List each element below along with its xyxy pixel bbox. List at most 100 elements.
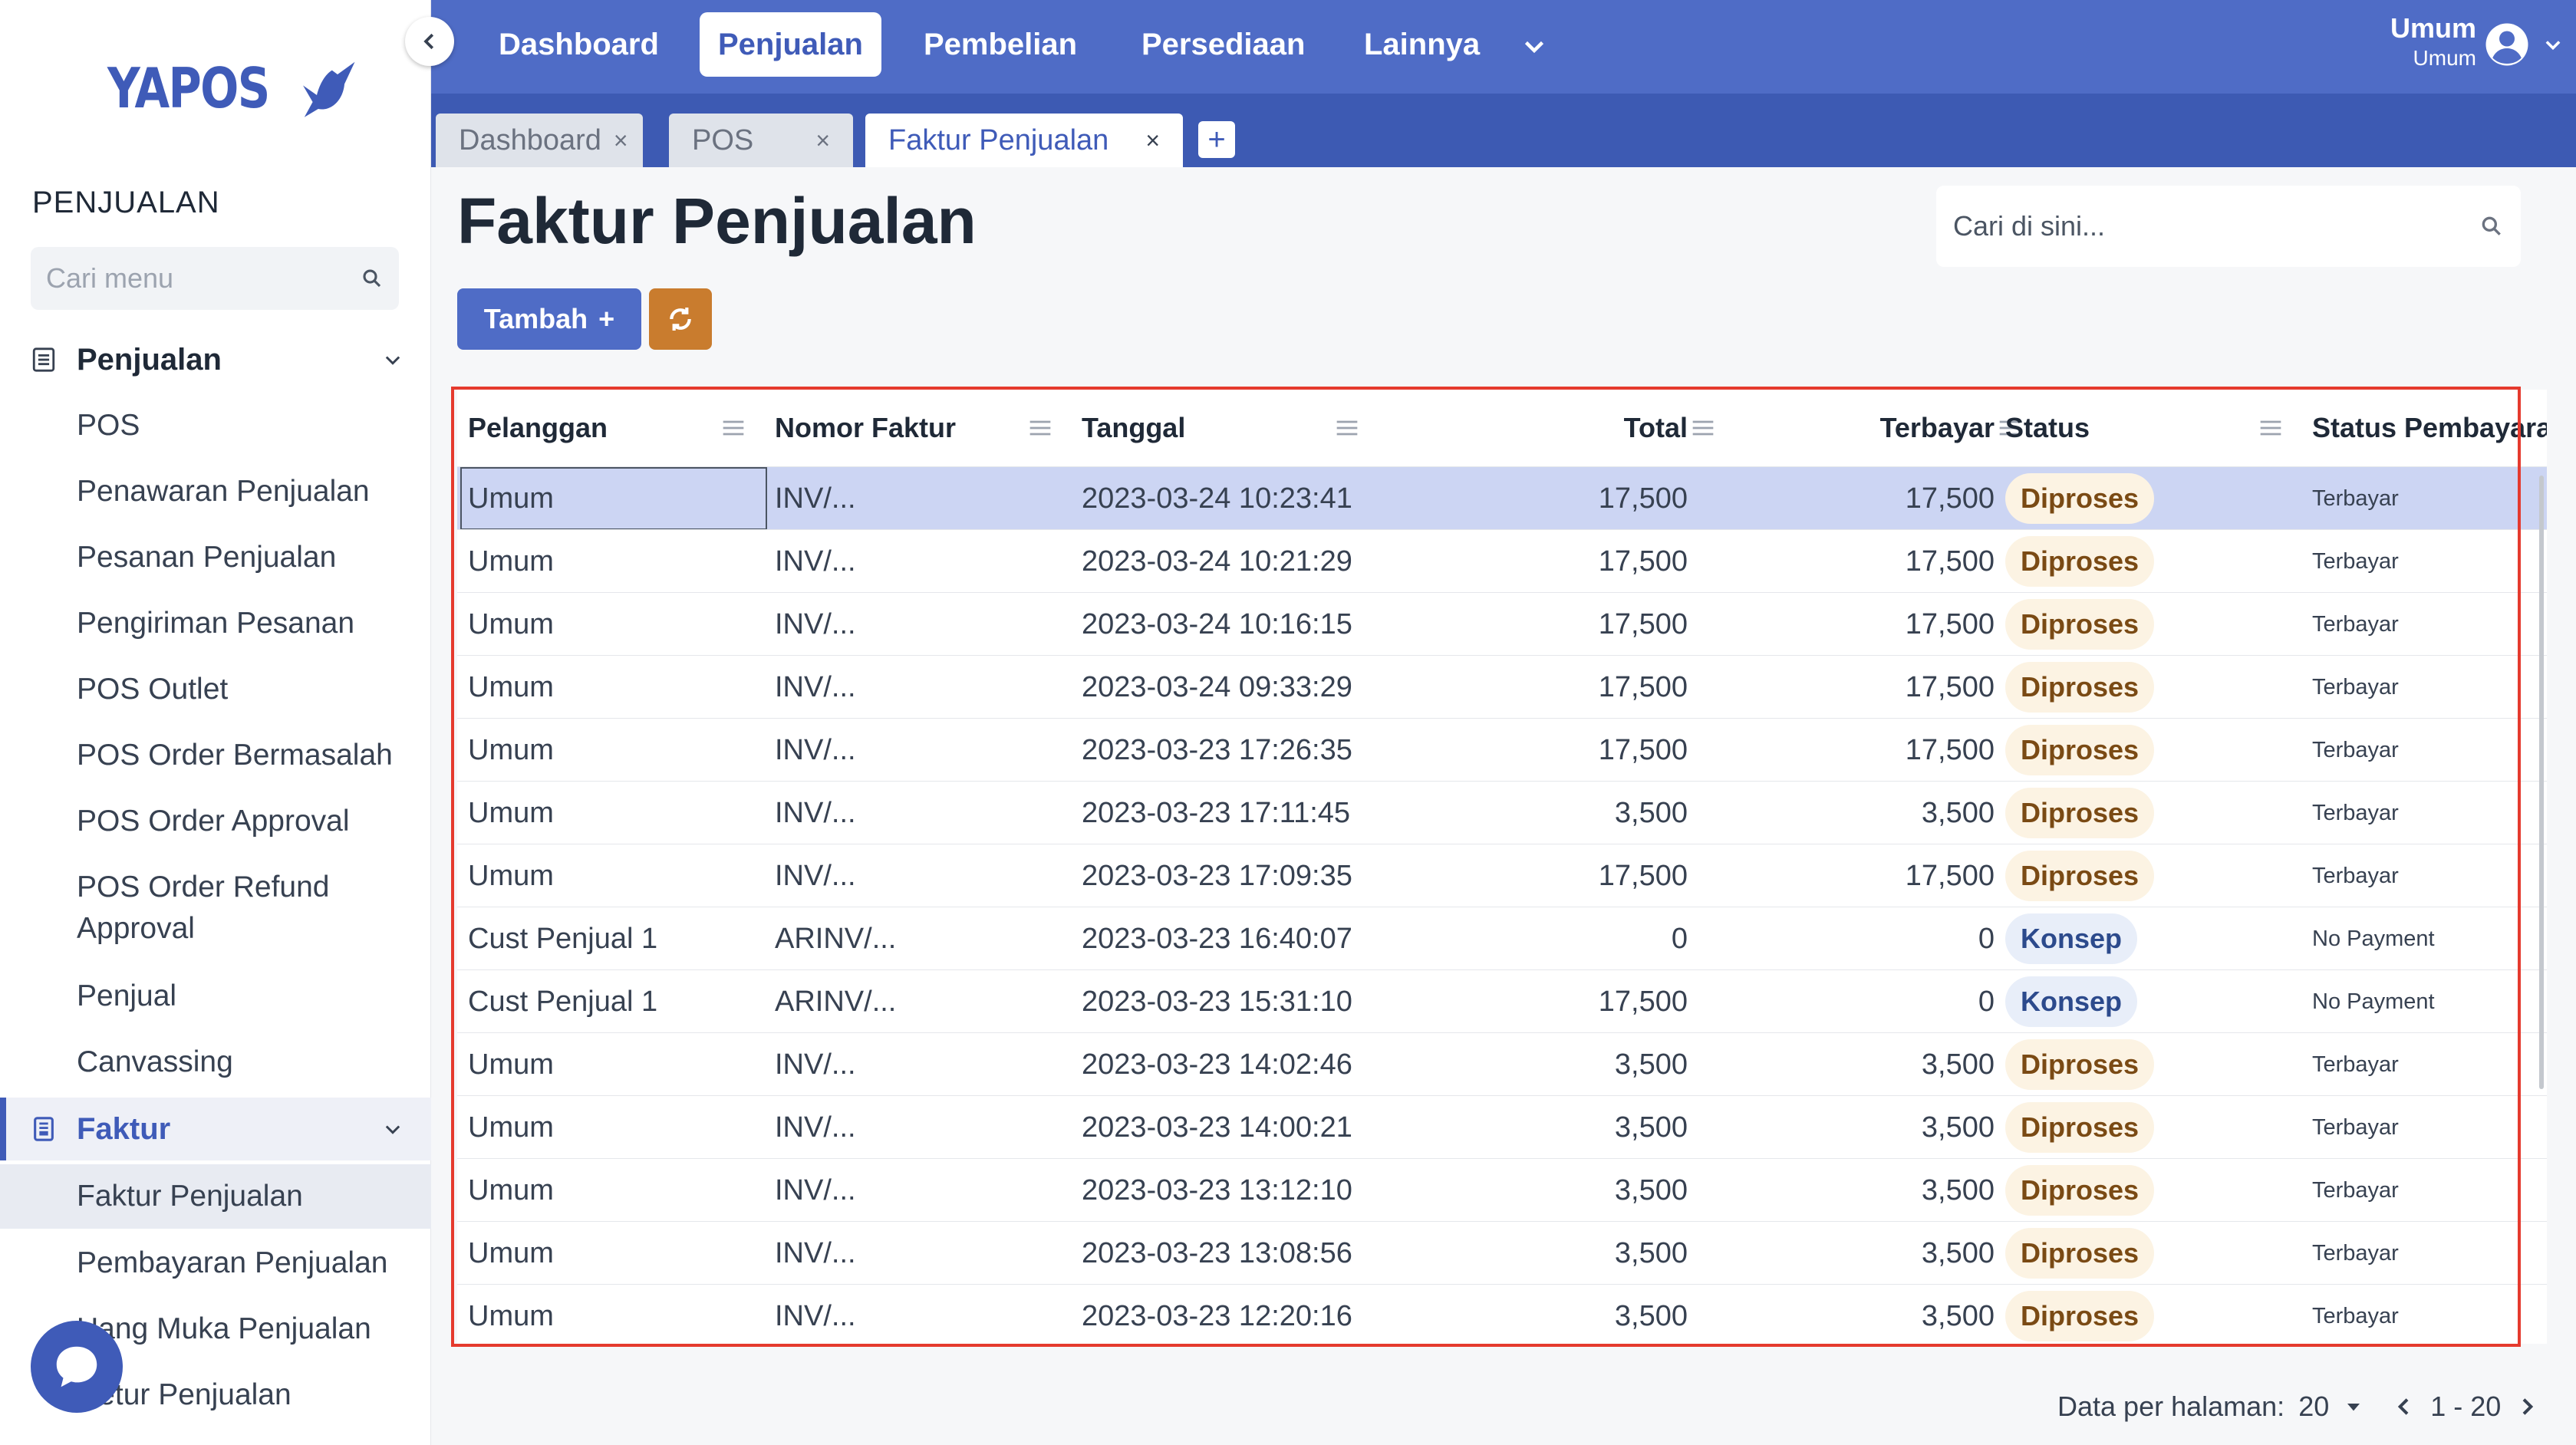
- avatar-icon[interactable]: [2484, 21, 2530, 67]
- column-menu-icon[interactable]: [1335, 419, 1359, 437]
- cell-tanggal[interactable]: 2023-03-23 13:08:56: [1082, 1222, 1388, 1285]
- cell-terbayar[interactable]: 17,500: [1695, 844, 1995, 907]
- add-button[interactable]: Tambah +: [457, 288, 641, 350]
- cell-total[interactable]: 17,500: [1388, 719, 1688, 782]
- table-scrollbar[interactable]: [2539, 476, 2544, 1089]
- table-row[interactable]: Cust Penjual 1 ARINV/... 2023-03-23 15:31:…: [457, 969, 2547, 1032]
- sidebar-item-pos[interactable]: POS: [0, 405, 431, 446]
- cell-terbayar[interactable]: 3,500: [1695, 1096, 1995, 1159]
- cell-tanggal[interactable]: 2023-03-24 09:33:29: [1082, 656, 1388, 719]
- cell-status[interactable]: Diproses: [2005, 782, 2289, 844]
- column-header-terbayar[interactable]: Terbayar: [1695, 390, 2033, 466]
- menu-search-input[interactable]: Cari menu: [31, 247, 399, 310]
- cell-nomor-faktur[interactable]: INV/...: [775, 1159, 1059, 1222]
- cell-total[interactable]: 17,500: [1388, 970, 1688, 1033]
- column-menu-icon[interactable]: [1028, 419, 1052, 437]
- cell-status[interactable]: Diproses: [2005, 1033, 2289, 1096]
- cell-pelanggan[interactable]: Umum: [460, 1159, 767, 1222]
- cell-total[interactable]: 3,500: [1388, 1096, 1688, 1159]
- cell-nomor-faktur[interactable]: INV/...: [775, 1033, 1059, 1096]
- cell-status[interactable]: Diproses: [2005, 1285, 2289, 1344]
- cell-status[interactable]: Diproses: [2005, 719, 2289, 782]
- add-tab-button[interactable]: +: [1198, 121, 1235, 158]
- cell-tanggal[interactable]: 2023-03-23 13:12:10: [1082, 1159, 1388, 1222]
- column-header-status-pembayaran[interactable]: Status Pembayara: [2312, 390, 2547, 466]
- cell-status[interactable]: Diproses: [2005, 530, 2289, 593]
- cell-nomor-faktur[interactable]: INV/...: [775, 782, 1059, 844]
- cell-pelanggan[interactable]: Umum: [460, 467, 767, 530]
- cell-nomor-faktur[interactable]: INV/...: [775, 844, 1059, 907]
- topnav-pembelian[interactable]: Pembelian: [905, 12, 1095, 77]
- cell-tanggal[interactable]: 2023-03-23 17:26:35: [1082, 719, 1388, 782]
- cell-status-pembayaran[interactable]: Terbayar: [2312, 593, 2542, 656]
- sidebar-group-penjualan[interactable]: Penjualan: [0, 328, 431, 391]
- cell-status[interactable]: Diproses: [2005, 1159, 2289, 1222]
- table-row[interactable]: Umum INV/... 2023-03-23 17:11:45 3,500 3,500…: [457, 781, 2547, 844]
- cell-pelanggan[interactable]: Umum: [460, 656, 767, 719]
- sidebar-item-pengiriman-pesanan[interactable]: Pengiriman Pesanan: [0, 603, 431, 644]
- sidebar-item-pos-order-refund[interactable]: POS Order Refund: [0, 867, 431, 908]
- sidebar-item-pos-order-bermasalah[interactable]: POS Order Bermasalah: [0, 735, 431, 776]
- cell-nomor-faktur[interactable]: INV/...: [775, 467, 1059, 530]
- sidebar-item-pos-outlet[interactable]: POS Outlet: [0, 669, 431, 710]
- cell-pelanggan[interactable]: Umum: [460, 1285, 767, 1344]
- cell-tanggal[interactable]: 2023-03-24 10:16:15: [1082, 593, 1388, 656]
- cell-nomor-faktur[interactable]: INV/...: [775, 593, 1059, 656]
- cell-total[interactable]: 17,500: [1388, 467, 1688, 530]
- cell-pelanggan[interactable]: Umum: [460, 1096, 767, 1159]
- close-icon[interactable]: ×: [1145, 127, 1160, 155]
- sidebar-item-pesanan-penjualan[interactable]: Pesanan Penjualan: [0, 537, 431, 578]
- cell-tanggal[interactable]: 2023-03-23 14:00:21: [1082, 1096, 1388, 1159]
- cell-total[interactable]: 17,500: [1388, 844, 1688, 907]
- search-icon[interactable]: [2479, 214, 2504, 239]
- sidebar-item-pos-order-approval[interactable]: POS Order Approval: [0, 801, 431, 842]
- cell-terbayar[interactable]: 3,500: [1695, 1285, 1995, 1344]
- column-menu-icon[interactable]: [721, 419, 746, 437]
- table-row[interactable]: Umum INV/... 2023-03-23 17:09:35 17,500 17,5…: [457, 844, 2547, 907]
- cell-pelanggan[interactable]: Umum: [460, 782, 767, 844]
- table-row[interactable]: Umum INV/... 2023-03-24 09:33:29 17,500 17,5…: [457, 655, 2547, 718]
- tab-pos[interactable]: POS ×: [669, 114, 853, 167]
- search-input[interactable]: [1953, 210, 2479, 242]
- sidebar-item-penjual[interactable]: Penjual: [0, 976, 431, 1017]
- topnav-persediaan[interactable]: Persediaan: [1123, 12, 1323, 77]
- cell-nomor-faktur[interactable]: ARINV/...: [775, 907, 1059, 970]
- cell-nomor-faktur[interactable]: INV/...: [775, 1285, 1059, 1344]
- caret-down-icon[interactable]: [2341, 1394, 2366, 1419]
- tab-dashboard[interactable]: Dashboard ×: [436, 114, 643, 167]
- cell-status-pembayaran[interactable]: Terbayar: [2312, 656, 2542, 719]
- cell-pelanggan[interactable]: Umum: [460, 719, 767, 782]
- close-icon[interactable]: ×: [614, 127, 628, 155]
- tab-faktur-penjualan[interactable]: Faktur Penjualan ×: [865, 114, 1183, 167]
- topnav-penjualan[interactable]: Penjualan: [700, 12, 881, 77]
- cell-pelanggan[interactable]: Umum: [460, 530, 767, 593]
- cell-terbayar[interactable]: 17,500: [1695, 719, 1995, 782]
- cell-terbayar[interactable]: 3,500: [1695, 1222, 1995, 1285]
- cell-tanggal[interactable]: 2023-03-23 16:40:07: [1082, 907, 1388, 970]
- chat-button[interactable]: [31, 1321, 123, 1413]
- sidebar-item-pembayaran-penjualan[interactable]: Pembayaran Penjualan: [0, 1243, 431, 1284]
- cell-tanggal[interactable]: 2023-03-23 17:09:35: [1082, 844, 1388, 907]
- cell-status-pembayaran[interactable]: Terbayar: [2312, 1033, 2542, 1096]
- chevron-down-icon[interactable]: [2542, 34, 2564, 55]
- cell-terbayar[interactable]: 3,500: [1695, 782, 1995, 844]
- topnav-dashboard[interactable]: Dashboard: [480, 12, 677, 77]
- chevron-right-icon[interactable]: [2515, 1394, 2539, 1419]
- user-menu[interactable]: Umum Umum: [2390, 12, 2476, 72]
- cell-total[interactable]: 17,500: [1388, 530, 1688, 593]
- cell-status[interactable]: Diproses: [2005, 656, 2289, 719]
- cell-status-pembayaran[interactable]: No Payment: [2312, 970, 2542, 1033]
- cell-status[interactable]: Konsep: [2005, 907, 2289, 970]
- sidebar-collapse-button[interactable]: [405, 17, 454, 66]
- sidebar-item-faktur-penjualan[interactable]: Faktur Penjualan: [0, 1164, 431, 1229]
- cell-pelanggan[interactable]: Cust Penjual 1: [460, 970, 767, 1033]
- column-header-total[interactable]: Total: [1388, 390, 1726, 466]
- cell-tanggal[interactable]: 2023-03-23 15:31:10: [1082, 970, 1388, 1033]
- column-header-nomor-faktur[interactable]: Nomor Faktur: [775, 390, 1059, 466]
- cell-terbayar[interactable]: 0: [1695, 970, 1995, 1033]
- cell-status-pembayaran[interactable]: Terbayar: [2312, 530, 2542, 593]
- cell-status[interactable]: Konsep: [2005, 970, 2289, 1033]
- cell-status-pembayaran[interactable]: Terbayar: [2312, 1222, 2542, 1285]
- cell-terbayar[interactable]: 17,500: [1695, 530, 1995, 593]
- cell-status[interactable]: Diproses: [2005, 844, 2289, 907]
